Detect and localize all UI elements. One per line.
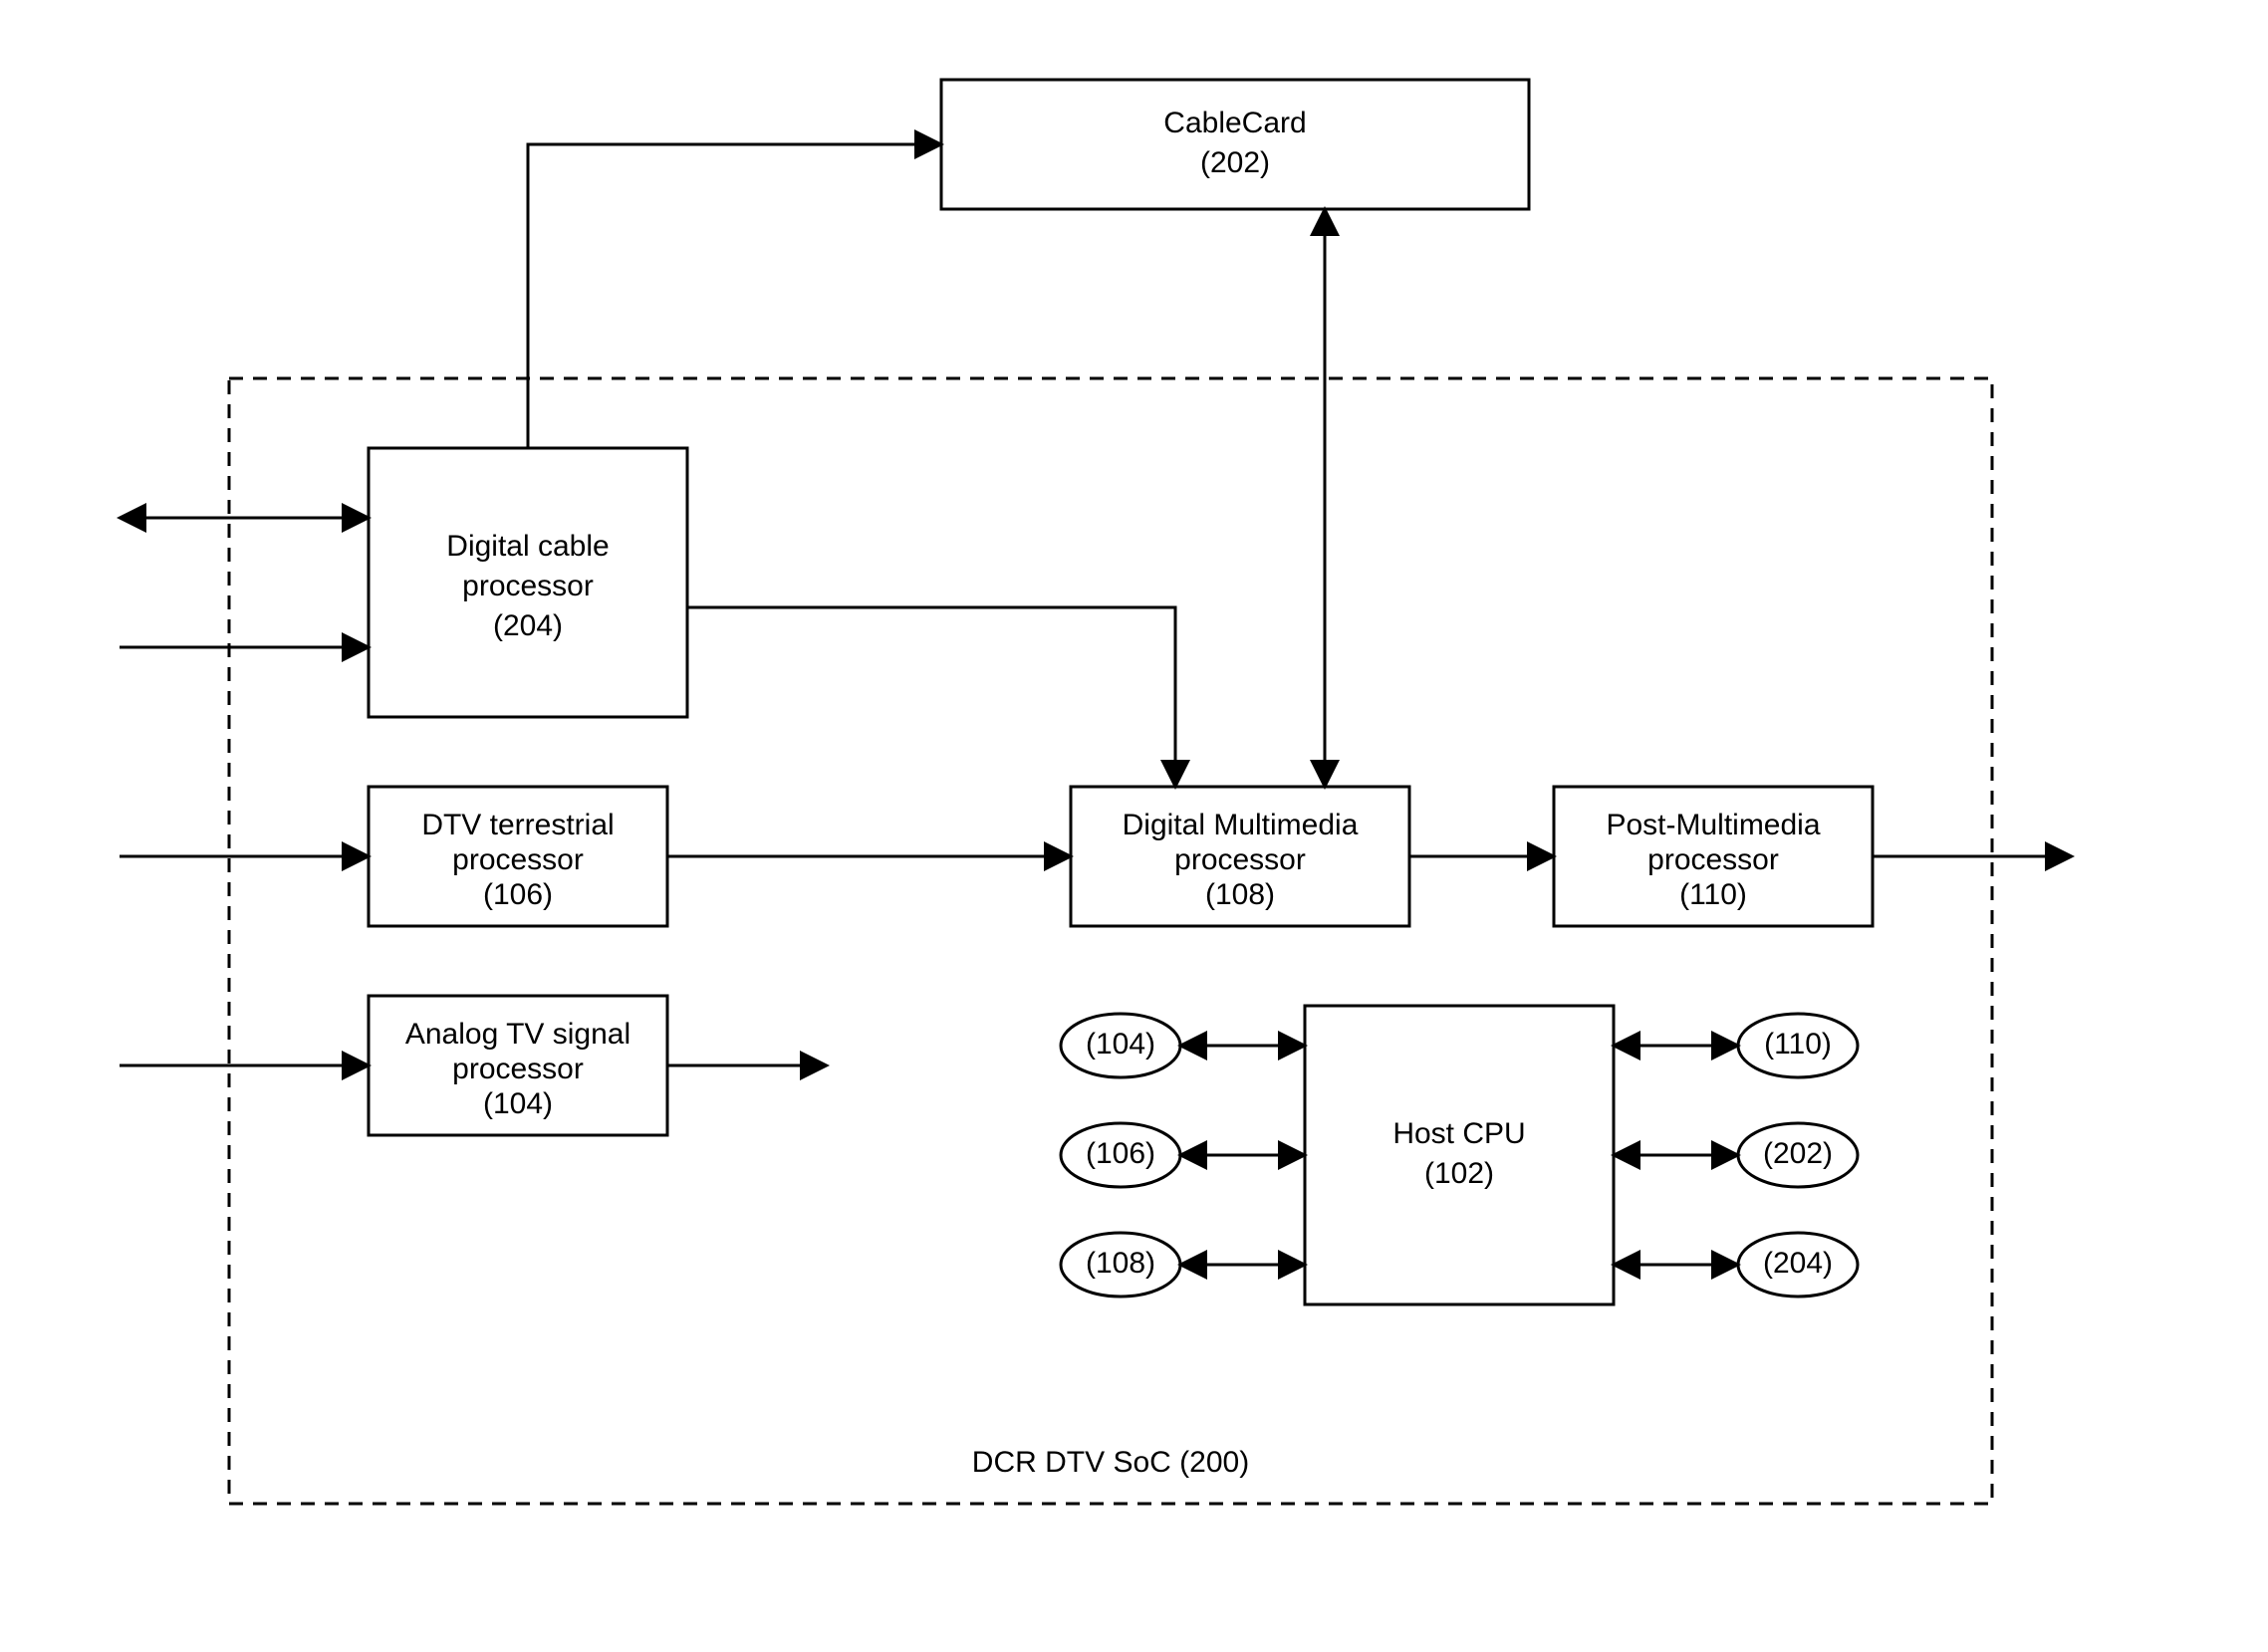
- ellipse-106-label: (106): [1086, 1137, 1155, 1170]
- ellipse-108: (108): [1061, 1233, 1180, 1297]
- analog-l1: Analog TV signal: [405, 1018, 630, 1051]
- dcp-l3: (204): [493, 609, 563, 642]
- host-l1: Host CPU: [1392, 1117, 1525, 1150]
- ellipse-110-label: (110): [1764, 1028, 1832, 1061]
- dmm-l1: Digital Multimedia: [1123, 809, 1359, 841]
- dtv-l1: DTV terrestrial: [421, 809, 614, 841]
- dtv-l2: processor: [452, 843, 584, 876]
- diagram-canvas: DCR DTV SoC (200) CableCard (202) Digita…: [0, 0, 2268, 1652]
- dmm-l3: (108): [1205, 878, 1275, 911]
- ellipse-204: (204): [1738, 1233, 1858, 1297]
- pmm-l3: (110): [1679, 878, 1747, 911]
- dtv-l3: (106): [483, 878, 553, 911]
- analog-l3: (104): [483, 1087, 553, 1120]
- ellipse-204-label: (204): [1763, 1247, 1833, 1280]
- ellipse-110: (110): [1738, 1014, 1858, 1077]
- dmm-l2: processor: [1174, 843, 1306, 876]
- dcp-l1: Digital cable: [446, 530, 609, 563]
- digital-multimedia-processor-block: Digital Multimedia processor (108): [1071, 787, 1409, 926]
- cablecard-l2: (202): [1200, 146, 1270, 179]
- ellipse-104-label: (104): [1086, 1028, 1155, 1061]
- cablecard-l1: CableCard: [1163, 107, 1306, 139]
- digital-cable-processor-block: Digital cable processor (204): [369, 448, 687, 717]
- analog-tv-processor-block: Analog TV signal processor (104): [369, 996, 667, 1135]
- dcp-l2: processor: [462, 570, 594, 602]
- ellipse-108-label: (108): [1086, 1247, 1155, 1280]
- conn-dcp-cablecard: [528, 144, 941, 448]
- dtv-terrestrial-processor-block: DTV terrestrial processor (106): [369, 787, 667, 926]
- ellipse-106: (106): [1061, 1123, 1180, 1187]
- pmm-l2: processor: [1647, 843, 1779, 876]
- host-l2: (102): [1424, 1157, 1494, 1190]
- pmm-l1: Post-Multimedia: [1606, 809, 1820, 841]
- cablecard-block: CableCard (202): [941, 80, 1529, 209]
- conn-dcp-dmm: [687, 607, 1175, 787]
- soc-label: DCR DTV SoC (200): [972, 1446, 1249, 1479]
- post-multimedia-processor-block: Post-Multimedia processor (110): [1554, 787, 1873, 926]
- ellipse-104: (104): [1061, 1014, 1180, 1077]
- ellipse-202: (202): [1738, 1123, 1858, 1187]
- analog-l2: processor: [452, 1053, 584, 1085]
- host-cpu-block: Host CPU (102): [1305, 1006, 1614, 1304]
- ellipse-202-label: (202): [1763, 1137, 1833, 1170]
